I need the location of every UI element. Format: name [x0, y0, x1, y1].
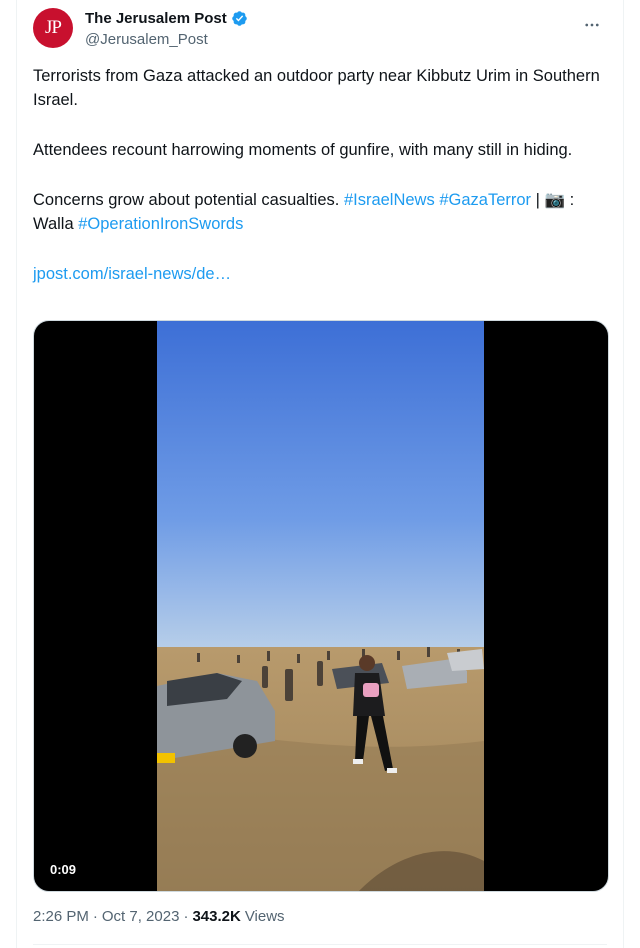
views-label: Views: [244, 908, 285, 925]
tweet-paragraph-2: Attendees recount harrowing moments of g…: [33, 141, 573, 159]
camera-icon: 📷: [544, 191, 566, 209]
tweet-paragraph-3: Concerns grow about potential casualties…: [33, 188, 609, 236]
more-options-button[interactable]: [575, 8, 609, 42]
divider: [33, 944, 607, 945]
video-duration: 0:09: [46, 860, 81, 879]
tweet-card: JP The Jerusalem Post @Jerusalem_Post Te…: [16, 0, 624, 948]
video-scene: [157, 321, 484, 891]
ellipsis-icon: [585, 23, 599, 27]
views-count: 343.2K: [192, 908, 241, 925]
avatar[interactable]: JP: [33, 8, 73, 48]
tweet-meta: 2:26 PM · Oct 7, 2023 · 343.2K Views: [33, 908, 285, 925]
handle[interactable]: @Jerusalem_Post: [85, 31, 208, 48]
tweet-header: JP The Jerusalem Post @Jerusalem_Post: [33, 8, 609, 52]
verified-badge-icon: [231, 11, 247, 26]
paragraph-3-text: Concerns grow about potential casualties…: [33, 191, 344, 209]
hashtag-gazaterror[interactable]: #GazaTerror: [439, 191, 531, 209]
display-name[interactable]: The Jerusalem Post: [85, 10, 227, 27]
tweet-time[interactable]: 2:26 PM: [33, 908, 89, 925]
video-frame[interactable]: [157, 321, 484, 891]
separator: |: [531, 191, 545, 209]
name-row: The Jerusalem Post: [85, 10, 248, 27]
meta-dot-1: ·: [92, 908, 98, 925]
meta-dot-2: ·: [183, 908, 189, 925]
video-player[interactable]: 0:09: [33, 320, 609, 892]
tweet-paragraph-1: Terrorists from Gaza attacked an outdoor…: [33, 67, 600, 109]
hashtag-operationironswords[interactable]: #OperationIronSwords: [78, 215, 243, 233]
tweet-link-paragraph: jpost.com/israel-news/de…: [33, 262, 609, 286]
hashtag-israelnews[interactable]: #IsraelNews: [344, 191, 435, 209]
article-link[interactable]: jpost.com/israel-news/de…: [33, 265, 231, 283]
tweet-date[interactable]: Oct 7, 2023: [102, 908, 180, 925]
tweet-text: Terrorists from Gaza attacked an outdoor…: [33, 64, 609, 312]
